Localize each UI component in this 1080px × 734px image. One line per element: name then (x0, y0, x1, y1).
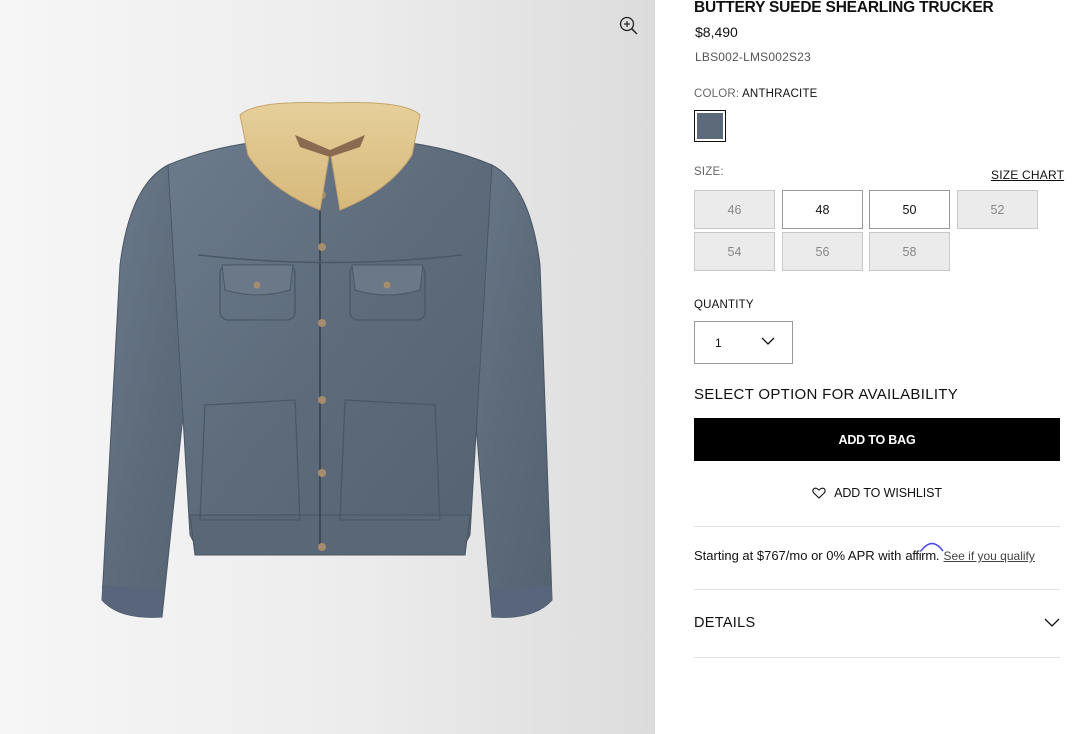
quantity-label: QUANTITY (694, 299, 754, 311)
size-option-56[interactable]: 56 (782, 232, 863, 271)
chevron-down-icon (761, 337, 775, 345)
quantity-value: 1 (715, 336, 722, 350)
affirm-arc-icon (920, 542, 945, 552)
divider (694, 657, 1060, 658)
divider (694, 526, 1060, 527)
product-gallery (0, 0, 655, 734)
size-option-46[interactable]: 46 (694, 190, 775, 229)
size-option-58[interactable]: 58 (869, 232, 950, 271)
product-price: $8,490 (695, 24, 738, 40)
heart-icon (812, 487, 826, 499)
zoom-in-icon[interactable] (618, 15, 640, 37)
quantity-select[interactable]: 1 (694, 321, 793, 364)
size-label: SIZE: (694, 166, 724, 178)
divider (694, 589, 1060, 590)
product-title: BUTTERY SUEDE SHEARLING TRUCKER (694, 0, 994, 16)
financing-message: Starting at $767/mo or 0% APR with affir… (694, 542, 1035, 563)
financing-text: Starting at $767/mo or 0% APR with (694, 548, 902, 563)
swatch-fill (697, 113, 723, 139)
availability-message: SELECT OPTION FOR AVAILABILITY (694, 386, 959, 403)
wishlist-label: ADD TO WISHLIST (834, 486, 942, 500)
details-label: DETAILS (694, 615, 756, 631)
add-to-bag-button[interactable]: ADD TO BAG (694, 418, 1060, 461)
color-swatch-anthracite[interactable] (694, 110, 726, 142)
chevron-down-icon (1044, 618, 1060, 627)
color-label: COLOR: ANTHRACITE (694, 88, 818, 100)
size-option-48[interactable]: 48 (782, 190, 863, 229)
size-option-50[interactable]: 50 (869, 190, 950, 229)
size-option-54[interactable]: 54 (694, 232, 775, 271)
details-accordion[interactable]: DETAILS (694, 613, 1060, 635)
add-to-wishlist-button[interactable]: ADD TO WISHLIST (694, 483, 1060, 503)
product-sku: LBS002-LMS002S23 (695, 50, 811, 64)
product-image[interactable] (90, 95, 570, 635)
size-chart-link[interactable]: SIZE CHART (991, 168, 1064, 182)
color-value: ANTHRACITE (742, 88, 818, 100)
see-if-you-qualify-link[interactable]: See if you qualify (943, 549, 1034, 563)
affirm-logo: affirm (905, 542, 945, 563)
color-label-text: COLOR: (694, 88, 740, 100)
size-option-52[interactable]: 52 (957, 190, 1038, 229)
